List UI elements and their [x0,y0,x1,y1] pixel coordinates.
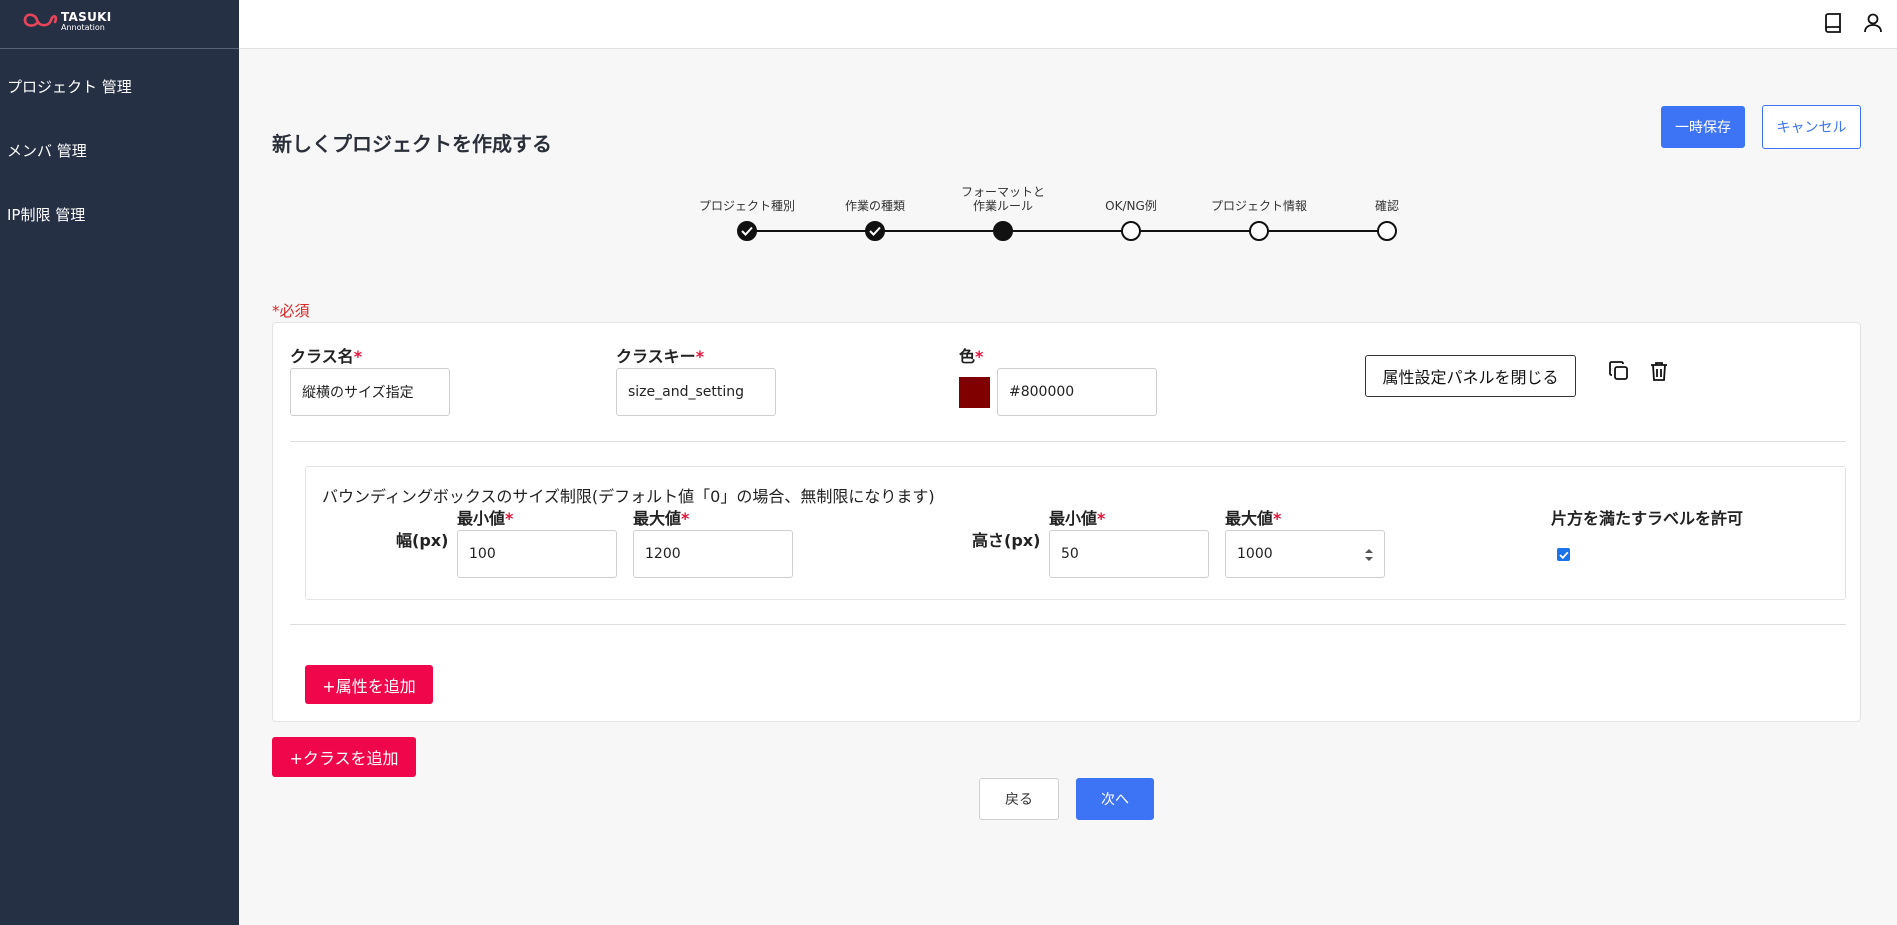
book-icon[interactable] [1821,10,1847,36]
close-attribute-panel-button[interactable]: 属性設定パネルを閉じる [1365,355,1576,397]
topbar [239,0,1897,49]
step-label-project-type: プロジェクト種別 [698,199,795,213]
tasuki-logo-icon [23,13,58,27]
step-label-format-rules-line1: フォーマットと [960,185,1045,199]
height-min-label-text: 最小値 [1049,509,1098,528]
class-key-label-text: クラスキー [616,347,696,366]
allow-partial-checkbox[interactable] [1557,548,1570,561]
step-dot-work-type[interactable] [865,221,885,241]
add-class-button[interactable]: +クラスを追加 [272,737,416,777]
height-label: 高さ(px) [972,531,1041,550]
height-min-input[interactable]: 50 [1049,530,1209,578]
color-input[interactable]: #800000 [997,368,1157,416]
logo[interactable]: TASUKI Annotation [0,0,239,49]
color-swatch[interactable] [959,377,990,408]
step-dot-format-rules[interactable] [993,221,1013,241]
step-dot-project-info[interactable] [1249,221,1269,241]
width-min-label: 最小値* [457,505,513,529]
required-star: * [695,347,705,366]
sidebar-item-members[interactable]: メンバ 管理 [7,140,87,161]
step-label-project-info: プロジェクト情報 [1210,199,1307,213]
check-icon [741,226,753,236]
color-label: 色* [959,343,983,367]
step-label-work-type: 作業の種類 [844,199,905,213]
step-dot-confirm[interactable] [1377,221,1397,241]
page-title: 新しくプロジェクトを作成する [272,132,552,156]
required-star: * [505,509,514,528]
width-min-input[interactable]: 100 [457,530,617,578]
width-min-label-text: 最小値 [457,509,506,528]
required-star: * [975,347,984,366]
required-note: *必須 [272,300,310,321]
required-star: * [272,302,280,320]
width-label: 幅(px) [396,531,449,550]
height-min-label: 最小値* [1049,505,1105,529]
brand-subtitle: Annotation [61,23,105,32]
next-button[interactable]: 次へ [1076,778,1154,820]
step-dot-project-type[interactable] [737,221,757,241]
class-name-input[interactable]: 縦横のサイズ指定 [290,368,450,416]
step-label-ok-ng: OK/NG例 [1105,199,1157,213]
back-button[interactable]: 戻る [979,778,1059,820]
width-max-label-text: 最大値 [633,509,682,528]
bbox-size-panel: バウンディングボックスのサイズ制限(デフォルト値「0」の場合、無制限になります)… [305,466,1846,600]
required-star: * [1097,509,1106,528]
class-name-label-text: クラス名 [290,347,354,366]
required-star: * [1273,509,1282,528]
add-attribute-button[interactable]: +属性を追加 [305,665,433,704]
color-label-text: 色 [959,347,976,366]
stepper-line [746,230,1387,232]
step-label-format-rules: フォーマットと 作業ルール [943,185,1063,213]
class-card: クラス名* 縦横のサイズ指定 クラスキー* size_and_setting 色… [272,322,1861,722]
height-max-value: 1000 [1237,546,1273,562]
height-max-label-text: 最大値 [1225,509,1274,528]
sidebar: TASUKI Annotation プロジェクト 管理 メンバ 管理 IP制限 … [0,0,239,925]
cancel-button[interactable]: キャンセル [1762,105,1861,149]
step-dot-ok-ng[interactable] [1121,221,1141,241]
required-star: * [353,347,363,366]
bbox-size-title: バウンディングボックスのサイズ制限(デフォルト値「0」の場合、無制限になります) [322,487,935,506]
height-max-label: 最大値* [1225,505,1281,529]
check-icon [869,226,881,236]
brand-name: TASUKI Annotation [61,11,112,33]
trash-icon[interactable] [1645,357,1673,385]
save-draft-button[interactable]: 一時保存 [1661,106,1745,148]
required-star: * [681,509,690,528]
class-name-label: クラス名* [290,343,362,367]
card-divider-bottom [290,624,1846,625]
step-label-confirm: 確認 [1374,199,1399,213]
spinner-arrows-icon[interactable] [1364,547,1374,563]
allow-partial-label: 片方を満たすラベルを許可 [1551,509,1744,528]
class-key-input[interactable]: size_and_setting [616,368,776,416]
check-icon [1558,551,1568,559]
width-max-label: 最大値* [633,505,689,529]
user-icon[interactable] [1860,10,1886,36]
card-divider-top [290,441,1846,442]
sidebar-item-projects[interactable]: プロジェクト 管理 [7,76,132,97]
required-note-text: 必須 [279,302,310,320]
height-max-input[interactable]: 1000 [1225,530,1385,578]
step-label-format-rules-line2: 作業ルール [972,199,1033,213]
copy-icon[interactable] [1605,357,1633,385]
class-key-label: クラスキー* [616,343,704,367]
width-max-input[interactable]: 1200 [633,530,793,578]
brand-title: TASUKI [61,10,112,24]
sidebar-item-ip-restriction[interactable]: IP制限 管理 [7,204,85,225]
